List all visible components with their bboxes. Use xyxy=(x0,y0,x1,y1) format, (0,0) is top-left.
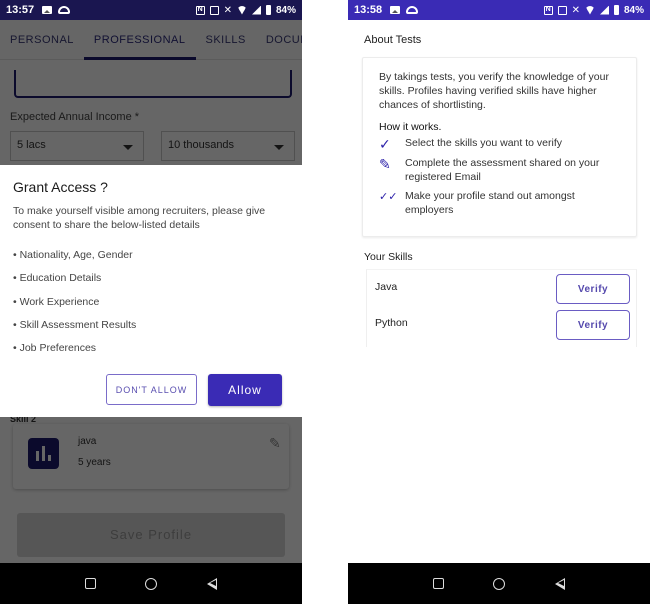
skill-row: Java Verify xyxy=(367,270,636,306)
back-icon[interactable] xyxy=(555,577,566,590)
your-skills-heading: Your Skills xyxy=(364,251,413,263)
pencil-icon: ✎ xyxy=(379,156,391,172)
nfc-icon: N xyxy=(543,5,553,15)
skill-row: Python Verify xyxy=(367,306,636,342)
list-item: • Job Preferences xyxy=(13,342,97,355)
wifi-icon xyxy=(584,5,595,15)
phone-screen-left: 13:57 N ✕ 84% PERSONAL PROFESSIONAL SKIL… xyxy=(0,0,302,604)
allow-button[interactable]: Allow xyxy=(208,374,282,406)
home-icon[interactable] xyxy=(493,577,506,590)
image-notification-icon xyxy=(42,6,53,14)
android-nav-bar xyxy=(348,563,650,604)
how-it-works-heading: How it works. xyxy=(379,121,442,133)
verify-java-button[interactable]: Verify xyxy=(556,274,630,304)
cast-icon xyxy=(209,5,219,15)
about-tests-text: By takings tests, you verify the knowled… xyxy=(379,71,609,111)
dialog-title: Grant Access ? xyxy=(13,179,108,195)
step-item: ✓✓ Make your profile stand out amongst e… xyxy=(379,190,620,217)
battery-percent: 84% xyxy=(623,4,644,16)
step-text: Make your profile stand out amongst empl… xyxy=(405,190,575,216)
nfc-icon: N xyxy=(195,5,205,15)
about-tests-heading: About Tests xyxy=(364,34,422,46)
battery-percent: 84% xyxy=(275,4,296,16)
list-item: • Skill Assessment Results xyxy=(13,318,137,331)
recents-icon[interactable] xyxy=(432,578,444,589)
dont-allow-button[interactable]: DON'T ALLOW xyxy=(106,374,197,405)
cloud-upload-icon xyxy=(406,6,419,14)
dialog-body: To make yourself visible among recruiter… xyxy=(13,205,266,231)
wifi-icon xyxy=(236,5,247,15)
status-bar: 13:57 N ✕ 84% xyxy=(0,0,302,20)
battery-icon xyxy=(613,5,619,15)
skill-name: Python xyxy=(375,317,408,329)
back-icon[interactable] xyxy=(207,577,218,590)
dialog-actions: DON'T ALLOW Allow xyxy=(106,374,282,406)
signal-icon xyxy=(599,5,609,15)
about-tests-card: By takings tests, you verify the knowled… xyxy=(362,57,637,237)
battery-icon xyxy=(265,5,271,15)
status-time: 13:58 xyxy=(354,4,383,16)
consent-details-list: • Nationality, Age, Gender • Education D… xyxy=(13,249,289,365)
status-time: 13:57 xyxy=(6,4,35,16)
double-check-icon: ✓✓ xyxy=(379,191,398,203)
check-icon: ✓ xyxy=(379,136,391,152)
list-item: • Education Details xyxy=(13,272,102,285)
phone-screen-right: 13:58 N ✕ 84% About Tests By takings tes… xyxy=(348,0,650,604)
recents-icon[interactable] xyxy=(84,578,96,589)
step-text: Complete the assessment shared on your r… xyxy=(405,157,600,183)
home-icon[interactable] xyxy=(145,577,158,590)
mute-icon: ✕ xyxy=(223,4,232,16)
verify-python-button[interactable]: Verify xyxy=(556,310,630,340)
android-nav-bar xyxy=(0,563,302,604)
status-bar: 13:58 N ✕ 84% xyxy=(348,0,650,20)
grant-access-dialog: Grant Access ? To make yourself visible … xyxy=(0,165,302,417)
list-item: • Work Experience xyxy=(13,295,100,308)
step-item: ✓ Select the skills you want to verify xyxy=(379,137,620,151)
skills-list: Java Verify Python Verify xyxy=(366,269,637,347)
skill-name: Java xyxy=(375,281,398,293)
cloud-upload-icon xyxy=(58,6,71,14)
signal-icon xyxy=(251,5,261,15)
step-text: Select the skills you want to verify xyxy=(405,137,562,149)
list-item: • Nationality, Age, Gender xyxy=(13,249,133,261)
mute-icon: ✕ xyxy=(571,4,580,16)
step-item: ✎ Complete the assessment shared on your… xyxy=(379,157,620,184)
cast-icon xyxy=(557,5,567,15)
image-notification-icon xyxy=(390,6,401,14)
